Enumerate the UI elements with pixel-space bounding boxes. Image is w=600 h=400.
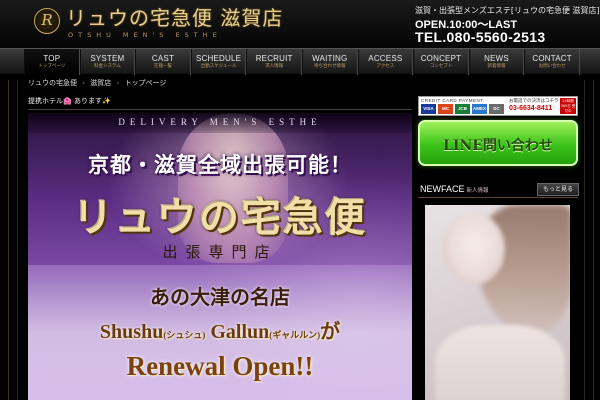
nav-sublabel: 求人情報 <box>265 64 284 69</box>
nav-sublabel: 在籍一覧 <box>153 64 172 69</box>
nav-item-system[interactable]: SYSTEM 料金システム <box>79 49 136 75</box>
nav-label: ACCESS <box>368 54 403 63</box>
banner-brand-name: リュウの宅急便 <box>73 194 367 241</box>
logo-subtext: OTSHU MEN'S ESTHE <box>68 31 222 39</box>
nav-item-top[interactable]: TOP トップページ <box>24 49 80 75</box>
nav-item-contact[interactable]: CONTACT お問い合わせ <box>524 49 580 75</box>
line-contact-button[interactable]: LINE問い合わせ <box>418 120 578 166</box>
mastercard-icon: MC <box>438 104 453 114</box>
amex-card-icon: AMEX <box>472 104 487 114</box>
nav-label: SCHEDULE <box>195 54 242 63</box>
frame-decoration-right <box>584 80 594 400</box>
shop-description: 滋賀・出張型メンズエステ[リュウの宅急便 滋賀店] <box>415 6 600 15</box>
nav-sublabel: 待ち合わせ情報 <box>314 64 346 69</box>
payment-phone[interactable]: 03-6634-8411 <box>509 105 552 112</box>
nav-sublabel: 新着情報 <box>487 64 506 69</box>
shop1-name: Shushu <box>99 321 164 343</box>
site-logo[interactable]: R リュウの宅急便 滋賀店 OTSHU MEN'S ESTHE <box>34 6 284 42</box>
banner-tagline: DELIVERY MEN'S ESTHE <box>118 117 322 127</box>
nav-sublabel: お問い合わせ <box>538 64 566 69</box>
banner-service-type: 出張専門店 <box>162 243 278 261</box>
nav-item-recruit[interactable]: RECRUIT 求人情報 <box>246 49 302 75</box>
logo-emblem-icon: R <box>34 8 60 34</box>
breadcrumb-item-home[interactable]: リュウの宅急便 <box>28 79 77 87</box>
nav-label: SYSTEM <box>90 54 125 63</box>
payment-24h-badge: 24時間 365日 受付中 <box>560 98 576 114</box>
photo-body <box>435 325 565 400</box>
breadcrumb: リュウの宅急便 › 滋賀店 › トップページ <box>28 78 166 88</box>
site-header: R リュウの宅急便 滋賀店 OTSHU MEN'S ESTHE 滋賀・出張型メン… <box>0 0 600 48</box>
nav-label: CAST <box>151 54 175 63</box>
main-nav: TOP トップページ SYSTEM 料金システム CAST 在籍一覧 SCHED… <box>0 48 600 75</box>
nav-item-concept[interactable]: CONCEPT コンセプト <box>413 49 469 75</box>
nav-label: CONTACT <box>532 54 572 63</box>
credit-card-payment[interactable]: CREDIT CARD PAYMENT VISA MC JCB AMEX DC … <box>418 96 578 116</box>
nav-label: TOP <box>43 54 61 63</box>
shop-particle: が <box>320 321 341 343</box>
shop1-kana: (シュシュ) <box>163 330 206 340</box>
nav-label: RECRUIT <box>255 54 293 63</box>
nav-item-cast[interactable]: CAST 在籍一覧 <box>135 49 191 75</box>
newface-title-text: NEWFACE <box>420 184 465 194</box>
breadcrumb-separator: › <box>116 79 120 87</box>
nav-item-schedule[interactable]: SCHEDULE 出勤スケジュール <box>190 49 247 75</box>
newface-subtitle: 新人情報 <box>466 188 489 194</box>
nav-label: NEWS <box>484 54 509 63</box>
phone-number[interactable]: TEL.080-5560-2513 <box>415 29 545 45</box>
banner-renewal-text: Renewal Open!! <box>126 351 314 381</box>
dc-card-icon: DC <box>489 104 504 114</box>
shop2-kana: (ギャルルン) <box>269 330 321 340</box>
breadcrumb-item-shop[interactable]: 滋賀店 <box>90 79 111 87</box>
breadcrumb-separator: › <box>82 79 86 87</box>
nav-sublabel: トップページ <box>38 64 66 69</box>
nav-item-waiting[interactable]: WAITING 待ち合わせ情報 <box>301 49 358 75</box>
nav-sublabel: 出勤スケジュール <box>200 64 237 69</box>
nav-sublabel: コンセプト <box>429 64 453 69</box>
card-logos: VISA MC JCB AMEX DC <box>421 104 504 114</box>
line-contact-label: LINE問い合わせ <box>443 138 553 154</box>
jcb-card-icon: JCB <box>455 104 470 114</box>
payment-phone-label: お電話での決済はコチラ <box>509 99 559 104</box>
shop2-name: Gallun <box>210 321 270 343</box>
divider <box>28 109 412 110</box>
more-button[interactable]: もっと見る <box>537 183 579 196</box>
nav-sublabel: 料金システム <box>93 64 121 69</box>
visa-card-icon: VISA <box>421 104 436 114</box>
nav-item-news[interactable]: NEWS 新着情報 <box>468 49 525 75</box>
hero-banner[interactable]: DELIVERY MEN'S ESTHE 京都・滋賀全域出張可能！ リュウの宅急… <box>28 113 412 400</box>
banner-famous-text: あの大津の名店 <box>150 285 290 309</box>
breadcrumb-item-current: トップページ <box>124 79 167 87</box>
photo-face-blurred <box>443 213 505 285</box>
logo-text: リュウの宅急便 滋賀店 <box>66 6 284 30</box>
nav-label: WAITING <box>312 54 348 63</box>
newface-photo[interactable] <box>425 205 570 400</box>
banner-shop-names: Shushu(シュシュ) Gallun(ギャルルン)が <box>28 315 412 344</box>
newface-title: NEWFACE 新人情報 <box>420 184 489 194</box>
hotel-notice[interactable]: 提携ホテル🏩 あります✨ <box>28 96 412 108</box>
nav-sublabel: アクセス <box>376 64 395 69</box>
nav-label: CONCEPT <box>420 54 462 63</box>
frame-decoration-left <box>8 80 18 400</box>
payment-title: CREDIT CARD PAYMENT <box>421 98 484 103</box>
nav-item-access[interactable]: ACCESS アクセス <box>357 49 414 75</box>
banner-service-area: 京都・滋賀全域出張可能！ <box>88 152 352 177</box>
